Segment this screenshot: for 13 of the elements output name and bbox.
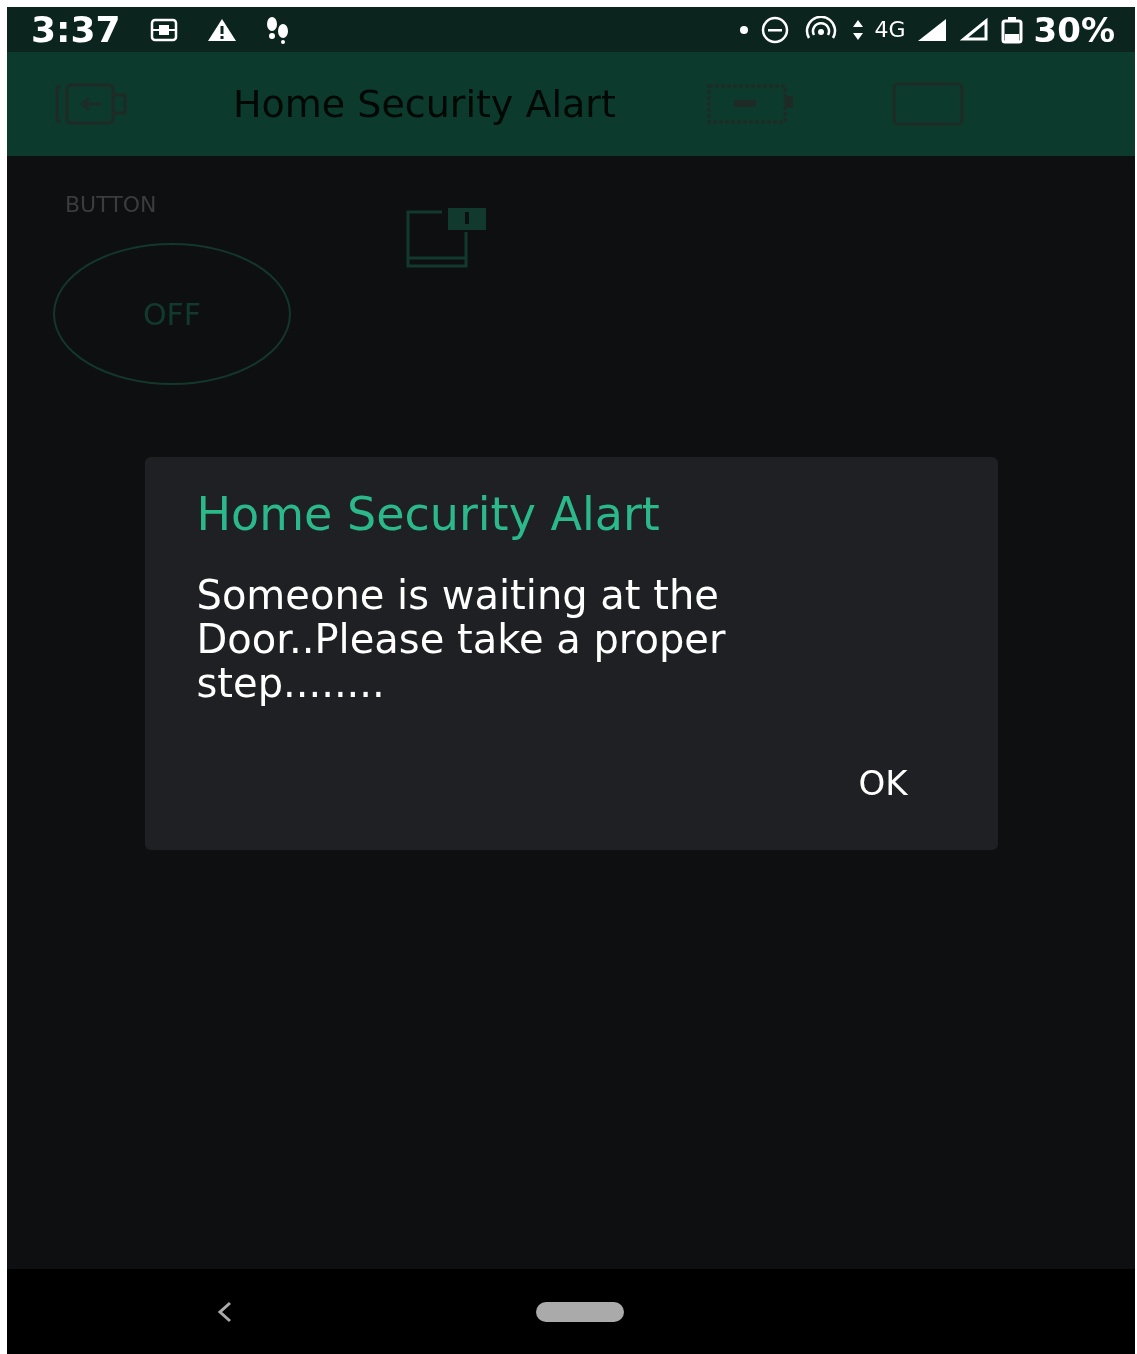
status-time: 3:37 [31, 9, 121, 50]
dialog-title: Home Security Alart [196, 487, 661, 541]
dot-icon [738, 24, 749, 35]
chip-icon [148, 16, 179, 43]
battery-icon [999, 15, 1024, 44]
signal-icon [959, 16, 990, 43]
battery-percentage: 30% [1033, 9, 1115, 50]
home-pill[interactable] [536, 1301, 624, 1322]
ok-button[interactable]: OK [848, 759, 948, 807]
footprints-icon [264, 15, 291, 44]
dialog-message: Someone is waiting at the Door..Please take a proper step........ [196, 573, 727, 705]
network-type: 4G [874, 17, 906, 42]
phone-notification-icon [406, 206, 488, 268]
